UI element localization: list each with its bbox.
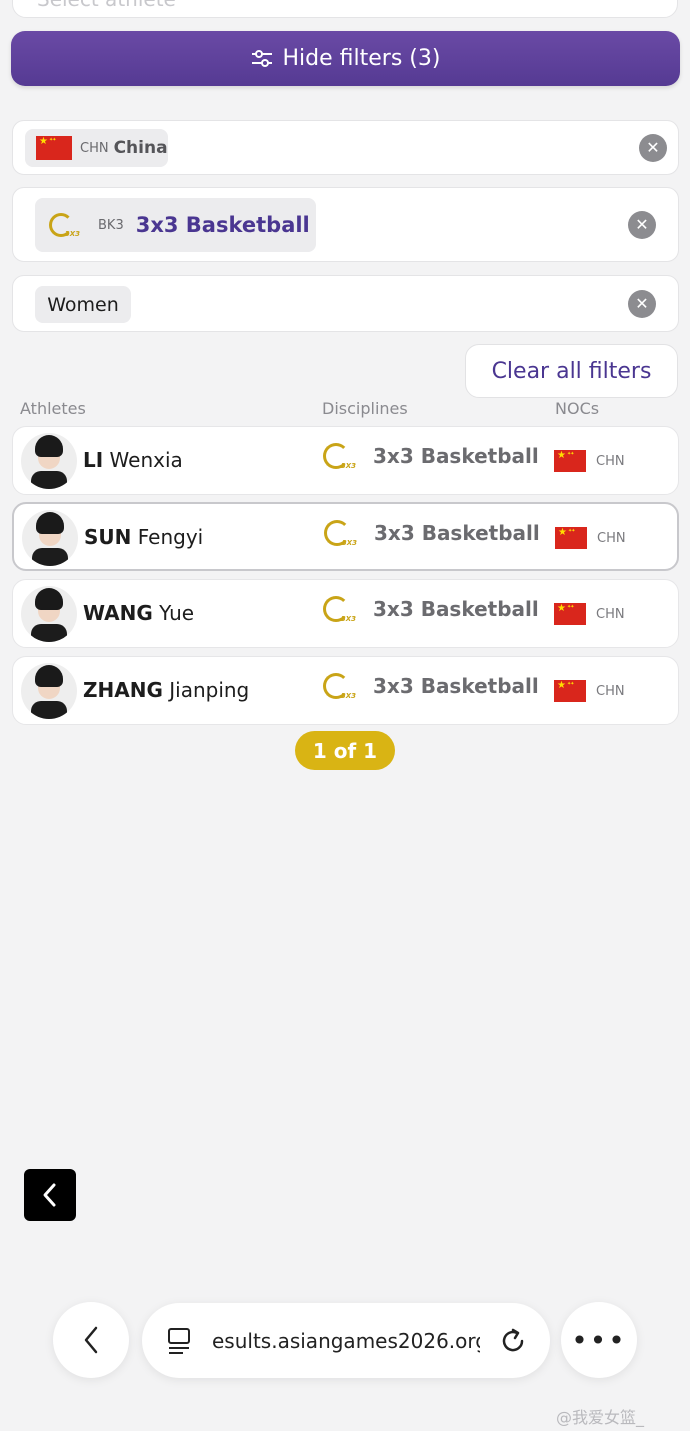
url-text: esults.asiangames2026.org: [212, 1329, 480, 1353]
column-header-nocs: NOCs: [555, 399, 600, 418]
close-icon: ✕: [635, 215, 649, 234]
discipline-label: 3x3 Basketball: [373, 674, 539, 698]
reader-mode-icon: [168, 1328, 190, 1354]
athlete-name: SUN Fengyi: [84, 525, 203, 549]
athlete-discipline: 3x3 Basketball: [323, 596, 539, 623]
pagination-label: 1 of 1: [312, 738, 378, 763]
watermark: @我爱女篮_: [556, 1408, 645, 1427]
search-placeholder: Select athlete: [37, 0, 176, 11]
athlete-noc: CHN: [554, 603, 625, 625]
noc-code: CHN: [596, 606, 625, 622]
athlete-avatar: [21, 663, 77, 719]
discipline-code: BK3: [98, 217, 124, 233]
more-icon: •••: [571, 1323, 627, 1357]
athlete-noc: CHN: [554, 450, 625, 472]
close-icon: ✕: [635, 294, 649, 313]
noc-chip: CHN China: [25, 129, 168, 167]
noc-code: CHN: [80, 140, 109, 156]
table-row[interactable]: LI Wenxia 3x3 Basketball CHN: [12, 426, 679, 495]
table-row[interactable]: ZHANG Jianping 3x3 Basketball CHN: [12, 656, 679, 725]
address-bar[interactable]: esults.asiangames2026.org: [142, 1303, 550, 1378]
table-row[interactable]: SUN Fengyi 3x3 Basketball CHN: [12, 502, 679, 571]
3x3-basketball-logo-icon: [49, 213, 80, 238]
athlete-discipline: 3x3 Basketball: [323, 673, 539, 700]
discipline-label: 3x3 Basketball: [373, 597, 539, 621]
athlete-noc: CHN: [555, 527, 626, 549]
athlete-avatar: [22, 510, 78, 566]
clear-noc-filter-button[interactable]: ✕: [639, 134, 667, 162]
3x3-basketball-logo-icon: [323, 443, 356, 470]
3x3-basketball-logo-icon: [323, 673, 356, 700]
china-flag-icon: [554, 450, 586, 472]
pagination-indicator: 1 of 1: [295, 731, 395, 770]
discipline-label: 3x3 Basketball: [373, 444, 539, 468]
gender-filter[interactable]: Women ✕: [12, 275, 679, 332]
china-flag-icon: [554, 603, 586, 625]
table-row[interactable]: WANG Yue 3x3 Basketball CHN: [12, 579, 679, 648]
athlete-discipline: 3x3 Basketball: [324, 520, 540, 547]
column-header-disciplines: Disciplines: [322, 399, 408, 418]
noc-code: CHN: [596, 453, 625, 469]
athlete-surname: LI: [83, 448, 104, 472]
athlete-avatar: [21, 433, 77, 489]
athlete-discipline: 3x3 Basketball: [323, 443, 539, 470]
china-flag-icon: [554, 680, 586, 702]
reload-icon[interactable]: [500, 1327, 528, 1355]
china-flag-icon: [36, 136, 72, 160]
athlete-given-name: Jianping: [169, 678, 250, 702]
noc-filter[interactable]: CHN China ✕: [12, 120, 679, 175]
browser-more-button[interactable]: •••: [561, 1302, 637, 1378]
column-header-athletes: Athletes: [20, 399, 86, 418]
discipline-filter[interactable]: BK3 3x3 Basketball ✕: [12, 187, 679, 262]
clear-all-filters-button[interactable]: Clear all filters: [465, 344, 678, 398]
page-back-button[interactable]: [24, 1169, 76, 1221]
athlete-name: LI Wenxia: [83, 448, 183, 472]
chevron-left-icon: [43, 1183, 56, 1207]
discipline-label: 3x3 Basketball: [135, 213, 310, 237]
clear-gender-filter-button[interactable]: ✕: [628, 290, 656, 318]
china-flag-icon: [555, 527, 587, 549]
chevron-left-icon: [84, 1326, 98, 1354]
noc-code: CHN: [597, 530, 626, 546]
athlete-search-input[interactable]: Select athlete: [12, 0, 678, 18]
athlete-surname: ZHANG: [83, 678, 163, 702]
discipline-chip: BK3 3x3 Basketball: [35, 198, 316, 252]
3x3-basketball-logo-icon: [323, 596, 356, 623]
clear-all-filters-label: Clear all filters: [491, 358, 652, 384]
athlete-surname: WANG: [83, 601, 153, 625]
athlete-given-name: Wenxia: [109, 448, 183, 472]
gender-chip: Women: [35, 286, 131, 323]
3x3-basketball-logo-icon: [324, 520, 357, 547]
close-icon: ✕: [646, 138, 660, 157]
athlete-given-name: Fengyi: [137, 525, 204, 549]
discipline-label: 3x3 Basketball: [374, 521, 540, 545]
gender-label: Women: [47, 293, 119, 316]
noc-code: CHN: [596, 683, 625, 699]
clear-discipline-filter-button[interactable]: ✕: [628, 211, 656, 239]
athlete-name: ZHANG Jianping: [83, 678, 249, 702]
noc-label: China: [113, 138, 168, 158]
hide-filters-label: Hide filters (3): [282, 46, 441, 71]
browser-back-button[interactable]: [53, 1302, 129, 1378]
athlete-name: WANG Yue: [83, 601, 194, 625]
sliders-icon: [251, 49, 272, 67]
athlete-surname: SUN: [84, 525, 132, 549]
athlete-given-name: Yue: [159, 601, 195, 625]
athlete-noc: CHN: [554, 680, 625, 702]
athlete-avatar: [21, 586, 77, 642]
hide-filters-button[interactable]: Hide filters (3): [11, 31, 680, 86]
